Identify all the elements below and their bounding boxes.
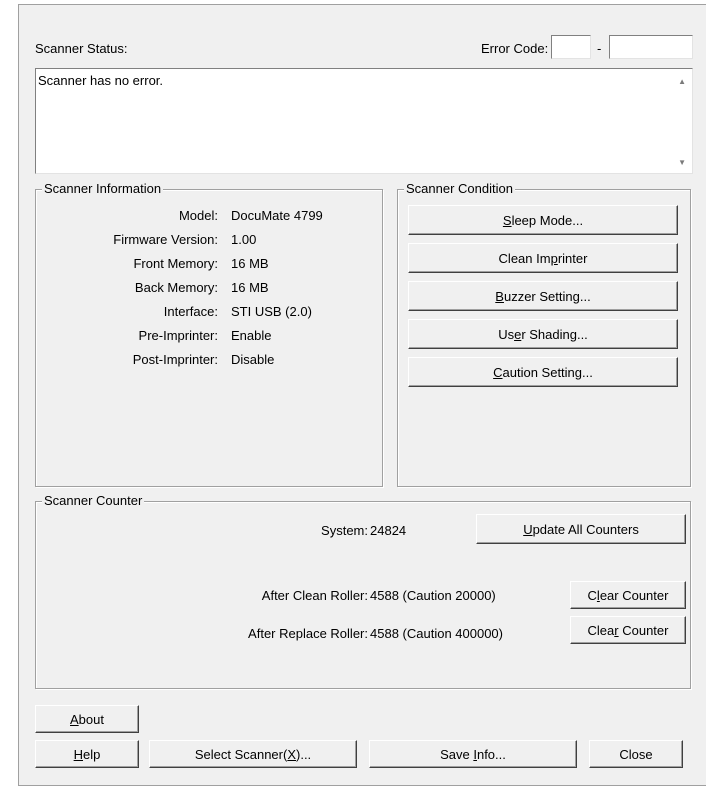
buzzer-setting-button[interactable]: Buzzer Setting... — [408, 281, 678, 311]
button-label: Buzzer Setting... — [495, 289, 590, 304]
after-clean-roller-value: 4588 (Caution 20000) — [370, 588, 496, 603]
label-part: Save — [440, 746, 474, 762]
error-code-field-b[interactable] — [609, 35, 693, 59]
info-label: Back Memory: — [134, 280, 218, 295]
label-part: Select Scanner( — [194, 746, 288, 762]
sleep-mode-button[interactable]: Sleep Mode... — [408, 205, 678, 235]
mnemonic-key: C — [493, 364, 503, 380]
info-label: Front Memory: — [133, 256, 218, 271]
label-part: ear Counter — [599, 587, 669, 603]
after-clean-roller-label: After Clean Roller: — [261, 588, 368, 603]
info-label: Post-Imprinter: — [132, 352, 218, 367]
button-label: User Shading... — [498, 327, 588, 342]
clear-counter-replace-button[interactable]: Clear Counter — [570, 616, 686, 644]
button-label: Save Info... — [440, 747, 506, 762]
label-part: leep Mode... — [511, 212, 584, 228]
scroll-up-icon[interactable]: ▲ — [678, 77, 686, 86]
info-label: Model: — [178, 208, 218, 223]
save-info-button[interactable]: Save Info... — [369, 740, 577, 768]
caution-setting-button[interactable]: Caution Setting... — [408, 357, 678, 387]
info-value: 1.00 — [231, 232, 257, 247]
scanner-status-label: Scanner Status: — [35, 41, 128, 56]
label-part: Counter — [618, 622, 669, 638]
label-part: Clea — [587, 622, 615, 638]
label-part: Us — [498, 326, 515, 342]
info-value: Enable — [231, 328, 272, 343]
mnemonic-key: U — [523, 521, 533, 537]
scanner-information-group: Scanner Information Model: DocuMate 4799 F… — [35, 181, 383, 487]
help-button[interactable]: Help — [35, 740, 139, 768]
button-label: Clean Imprinter — [499, 251, 588, 266]
scanner-information-title: Scanner Information — [42, 181, 164, 197]
mnemonic-key: A — [70, 711, 79, 727]
scroll-down-icon[interactable]: ▼ — [678, 158, 686, 167]
scanner-counter-group: Scanner Counter System: 24824 Update All… — [35, 493, 691, 689]
system-counter-label: System: — [321, 523, 368, 538]
info-label: Pre-Imprinter: — [138, 328, 218, 343]
label-part: uzzer Setting... — [503, 288, 591, 304]
label-part: Clean Im — [498, 250, 551, 266]
button-label: Clear Counter — [588, 623, 669, 638]
button-label: Clear Counter — [588, 588, 669, 603]
mnemonic-key: B — [495, 288, 504, 304]
select-scanner-button[interactable]: Select Scanner(X)... — [149, 740, 357, 768]
label-part: Close — [619, 746, 653, 762]
label-part: )... — [296, 746, 312, 762]
status-message-box[interactable]: Scanner has no error. ▲ ▼ — [35, 68, 693, 174]
about-button[interactable]: About — [35, 705, 139, 733]
clean-imprinter-button[interactable]: Clean Imprinter — [408, 243, 678, 273]
scanner-counter-title: Scanner Counter — [42, 493, 145, 509]
info-value: DocuMate 4799 — [231, 208, 323, 223]
info-value: 16 MB — [231, 280, 269, 295]
system-counter-value: 24824 — [370, 523, 407, 538]
mnemonic-key: S — [502, 212, 512, 228]
label-part: aution Setting... — [502, 364, 593, 380]
error-code-field-a[interactable] — [551, 35, 591, 59]
after-replace-roller-value: 4588 (Caution 400000) — [370, 626, 503, 641]
info-value: Disable — [231, 352, 275, 367]
button-label: Close — [619, 747, 652, 762]
mnemonic-key: X — [287, 746, 296, 762]
button-label: Update All Counters — [523, 522, 639, 537]
button-label: Caution Setting... — [493, 365, 593, 380]
button-label: About — [70, 712, 104, 727]
scanner-condition-title: Scanner Condition — [404, 181, 515, 197]
scanner-utility-dialog: Scanner Status: Error Code: - Scanner ha… — [18, 4, 706, 786]
label-part: r Shading... — [521, 326, 588, 342]
label-part: nfo... — [476, 746, 506, 762]
user-shading-button[interactable]: User Shading... — [408, 319, 678, 349]
label-part: C — [587, 587, 597, 603]
status-message: Scanner has no error. — [38, 73, 164, 88]
info-value: 16 MB — [231, 256, 269, 271]
button-label: Sleep Mode... — [503, 213, 583, 228]
button-label: Select Scanner(X)... — [195, 747, 311, 762]
label-part: elp — [83, 746, 101, 762]
label-part: pdate All Counters — [532, 521, 639, 537]
info-value: STI USB (2.0) — [231, 304, 312, 319]
after-replace-roller-label: After Replace Roller: — [248, 626, 368, 641]
close-button[interactable]: Close — [589, 740, 683, 768]
label-part: bout — [78, 711, 104, 727]
info-label: Interface: — [163, 304, 218, 319]
error-code-dash: - — [597, 41, 602, 56]
clear-counter-clean-button[interactable]: Clear Counter — [570, 581, 686, 609]
error-code-label: Error Code: — [481, 41, 549, 56]
button-label: Help — [74, 747, 101, 762]
mnemonic-key: H — [73, 746, 84, 762]
mnemonic-key: p — [550, 250, 558, 266]
scanner-condition-group: Scanner Condition Sleep Mode... Clean Imp… — [397, 181, 691, 487]
update-all-counters-button[interactable]: Update All Counters — [476, 514, 686, 544]
label-part: rinter — [557, 250, 588, 266]
info-label: Firmware Version: — [113, 232, 218, 247]
